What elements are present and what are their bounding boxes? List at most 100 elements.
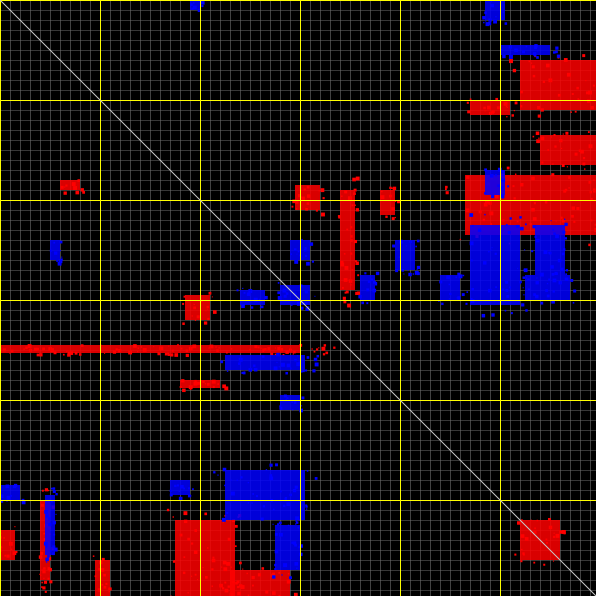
- negative-cell: [543, 250, 548, 255]
- positive-cell: [531, 65, 535, 69]
- negative-cell: [53, 241, 56, 244]
- negative-cell: [416, 239, 420, 243]
- positive-cell: [315, 348, 319, 351]
- positive-cell: [183, 295, 186, 298]
- positive-cell: [193, 303, 195, 306]
- positive-cell: [212, 386, 215, 389]
- positive-cell: [265, 590, 269, 594]
- negative-cell: [536, 277, 538, 279]
- positive-cell: [340, 195, 343, 198]
- positive-cell: [170, 353, 174, 357]
- negative-cell: [502, 175, 504, 177]
- negative-cell: [59, 240, 63, 244]
- positive-cell: [350, 284, 352, 286]
- negative-cell: [522, 276, 525, 279]
- positive-cell: [570, 111, 572, 113]
- negative-cell: [220, 360, 224, 364]
- positive-cell: [159, 346, 164, 351]
- positive-cell: [342, 286, 344, 289]
- negative-cell: [522, 50, 525, 54]
- positive-cell: [392, 186, 397, 191]
- positive-cell: [582, 156, 586, 160]
- positive-cell: [553, 532, 555, 534]
- positive-cell: [559, 530, 562, 532]
- negative-cell: [296, 355, 299, 357]
- negative-cell-block: [485, 170, 505, 195]
- positive-cell: [490, 223, 493, 226]
- negative-cell: [283, 563, 288, 568]
- positive-cell: [9, 352, 11, 354]
- negative-cell: [278, 366, 280, 368]
- positive-cell: [551, 173, 555, 177]
- positive-cell: [546, 541, 549, 544]
- positive-cell: [466, 101, 469, 104]
- positive-cell: [3, 537, 5, 539]
- positive-cell: [489, 211, 494, 216]
- negative-cell: [279, 406, 283, 410]
- negative-cell: [552, 290, 555, 293]
- negative-cell: [501, 178, 506, 183]
- positive-cell: [77, 179, 80, 182]
- negative-cell: [477, 228, 482, 232]
- negative-cell: [255, 495, 258, 498]
- negative-cell: [372, 288, 377, 293]
- positive-cell: [576, 86, 579, 90]
- negative-cell: [510, 312, 513, 315]
- positive-cell: [588, 90, 592, 95]
- negative-cell: [192, 2, 195, 4]
- negative-cell: [254, 368, 258, 372]
- positive-cell: [348, 279, 353, 283]
- negative-cell: [483, 21, 485, 24]
- negative-cell: [178, 490, 180, 493]
- positive-cell: [105, 582, 108, 585]
- negative-cell: [469, 241, 474, 246]
- negative-cell: [493, 19, 497, 24]
- positive-cell: [133, 344, 137, 348]
- positive-cell: [562, 133, 564, 135]
- negative-cell: [5, 484, 10, 489]
- negative-cell-block: [500, 45, 550, 55]
- positive-cell: [295, 208, 298, 210]
- negative-cell: [193, 5, 197, 10]
- positive-cell: [191, 315, 193, 317]
- negative-cell: [408, 272, 412, 277]
- negative-cell: [53, 547, 58, 552]
- positive-cell: [513, 197, 516, 200]
- positive-cell: [459, 238, 461, 241]
- negative-cell: [534, 46, 538, 50]
- positive-cell: [347, 303, 352, 308]
- negative-cell: [248, 289, 253, 293]
- negative-cell: [284, 497, 287, 501]
- negative-cell: [248, 368, 253, 372]
- positive-cell: [512, 185, 515, 188]
- negative-cell: [242, 371, 246, 375]
- positive-cell: [212, 310, 217, 314]
- positive-cell: [516, 220, 519, 223]
- positive-cell: [252, 584, 254, 587]
- positive-cell: [511, 114, 514, 117]
- positive-cell: [444, 188, 447, 191]
- positive-cell: [325, 351, 329, 355]
- positive-cell: [224, 386, 229, 391]
- negative-cell: [462, 274, 465, 277]
- negative-cell: [251, 502, 253, 504]
- negative-cell: [573, 289, 577, 293]
- negative-cell: [224, 484, 226, 487]
- negative-cell: [61, 256, 63, 258]
- positive-cell: [48, 568, 52, 572]
- positive-cell: [239, 561, 242, 565]
- negative-cell: [279, 405, 282, 408]
- negative-cell: [243, 291, 246, 294]
- positive-cell: [593, 179, 595, 181]
- positive-cell: [530, 62, 533, 64]
- positive-cell: [347, 196, 352, 201]
- positive-cell: [94, 575, 97, 578]
- negative-cell: [519, 216, 522, 219]
- positive-cell: [502, 219, 505, 222]
- negative-cell: [45, 561, 48, 563]
- negative-cell: [241, 304, 245, 308]
- positive-cell: [227, 585, 230, 588]
- negative-cell: [295, 521, 299, 524]
- negative-cell: [448, 298, 451, 300]
- negative-cell: [502, 54, 506, 59]
